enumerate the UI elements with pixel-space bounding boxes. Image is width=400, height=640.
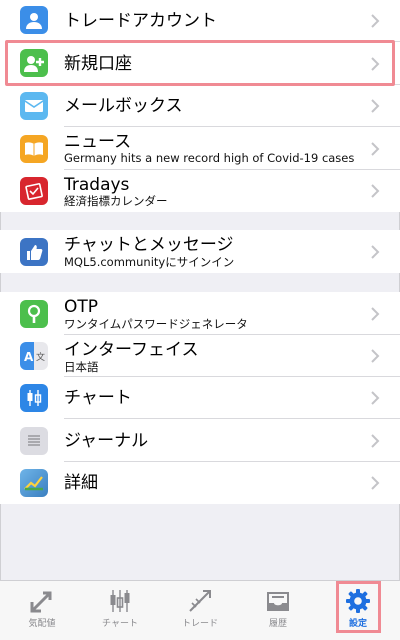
tab-label: チャート xyxy=(102,619,138,629)
tab-settings[interactable]: 設定 xyxy=(328,581,388,639)
menu-item-title: ニュース xyxy=(64,132,132,152)
menu-item-new-account[interactable]: 新規口座 xyxy=(0,42,400,85)
chevron-right-icon xyxy=(371,14,380,28)
chart-tab-icon xyxy=(110,590,130,612)
menu-item-subtitle: MQL5.communityにサインイン xyxy=(64,255,235,269)
menu-item-title: OTP xyxy=(64,297,99,317)
menu-item-title: ジャーナル xyxy=(64,431,149,451)
menu-item-title: チャットとメッセージ xyxy=(64,235,234,255)
chevron-right-icon xyxy=(371,57,380,71)
tab-label: 気配値 xyxy=(28,619,56,629)
menu-item-title: Tradays xyxy=(64,175,130,195)
menu-item-title: チャート xyxy=(64,388,132,408)
quotes-icon xyxy=(30,591,52,613)
mail-icon xyxy=(20,92,48,120)
menu-item-title: トレードアカウント xyxy=(64,11,217,31)
tradays-icon xyxy=(20,177,48,205)
menu-item-news[interactable]: ニュース Germany hits a new record high of C… xyxy=(0,127,400,170)
menu-item-title: インターフェイス xyxy=(64,340,199,360)
news-icon xyxy=(20,135,48,163)
chevron-right-icon xyxy=(371,307,380,321)
chevron-right-icon xyxy=(371,391,380,405)
tab-label: 設定 xyxy=(348,619,367,629)
trade-tab-icon xyxy=(189,590,211,612)
menu-item-trade-accounts[interactable]: トレードアカウント xyxy=(0,0,400,42)
otp-icon xyxy=(20,300,48,328)
menu-item-chart[interactable]: チャート xyxy=(0,377,400,419)
settings-icon xyxy=(346,589,370,613)
chevron-right-icon xyxy=(371,434,380,448)
tab-bar: 気配値 チャート トレード 履歴 設定 xyxy=(0,580,400,640)
chat-icon xyxy=(20,238,48,266)
menu-item-subtitle: ワンタイムパスワードジェネレータ xyxy=(64,317,248,331)
tab-label: 履歴 xyxy=(268,619,287,629)
menu-group-main: トレードアカウント 新規口座 メールボックス ニュース Germany hits… xyxy=(0,0,400,212)
language-icon: A文 xyxy=(20,342,48,370)
menu-item-title: メールボックス xyxy=(64,96,183,116)
menu-item-title: 詳細 xyxy=(64,473,98,493)
tab-history[interactable]: 履歴 xyxy=(248,581,308,639)
menu-item-journal[interactable]: ジャーナル xyxy=(0,419,400,462)
svg-text:A: A xyxy=(24,350,34,364)
chevron-right-icon xyxy=(371,476,380,490)
history-icon xyxy=(267,592,289,611)
menu-item-otp[interactable]: OTP ワンタイムパスワードジェネレータ xyxy=(0,292,400,335)
menu-item-subtitle: 日本語 xyxy=(64,360,99,374)
menu-item-mailbox[interactable]: メールボックス xyxy=(0,85,400,127)
menu-item-chat[interactable]: チャットとメッセージ MQL5.communityにサインイン xyxy=(0,230,400,273)
add-user-icon xyxy=(20,49,48,77)
tab-label: トレード xyxy=(181,619,218,629)
about-icon xyxy=(20,469,48,497)
menu-item-about[interactable]: 詳細 xyxy=(0,462,400,504)
menu-item-subtitle: 経済指標カレンダー xyxy=(64,194,168,208)
chart-icon xyxy=(20,384,48,412)
tab-chart[interactable]: チャート xyxy=(90,581,150,639)
tab-trade[interactable]: トレード xyxy=(170,581,230,639)
menu-item-title: 新規口座 xyxy=(64,54,132,74)
menu-group-community: チャットとメッセージ MQL5.communityにサインイン xyxy=(0,230,400,273)
menu-item-tradays[interactable]: Tradays 経済指標カレンダー xyxy=(0,170,400,212)
menu-item-interface[interactable]: A文 インターフェイス 日本語 xyxy=(0,335,400,377)
tab-quotes[interactable]: 気配値 xyxy=(12,581,72,639)
chevron-right-icon xyxy=(371,99,380,113)
menu-group-settings: OTP ワンタイムパスワードジェネレータ A文 インターフェイス 日本語 チャー… xyxy=(0,292,400,504)
journal-icon xyxy=(20,427,48,455)
chevron-right-icon xyxy=(371,184,380,198)
chevron-right-icon xyxy=(371,245,380,259)
menu-item-subtitle: Germany hits a new record high of Covid-… xyxy=(64,151,355,165)
account-icon xyxy=(20,6,48,34)
chevron-right-icon xyxy=(371,349,380,363)
chevron-right-icon xyxy=(371,142,380,156)
svg-text:文: 文 xyxy=(36,351,45,363)
